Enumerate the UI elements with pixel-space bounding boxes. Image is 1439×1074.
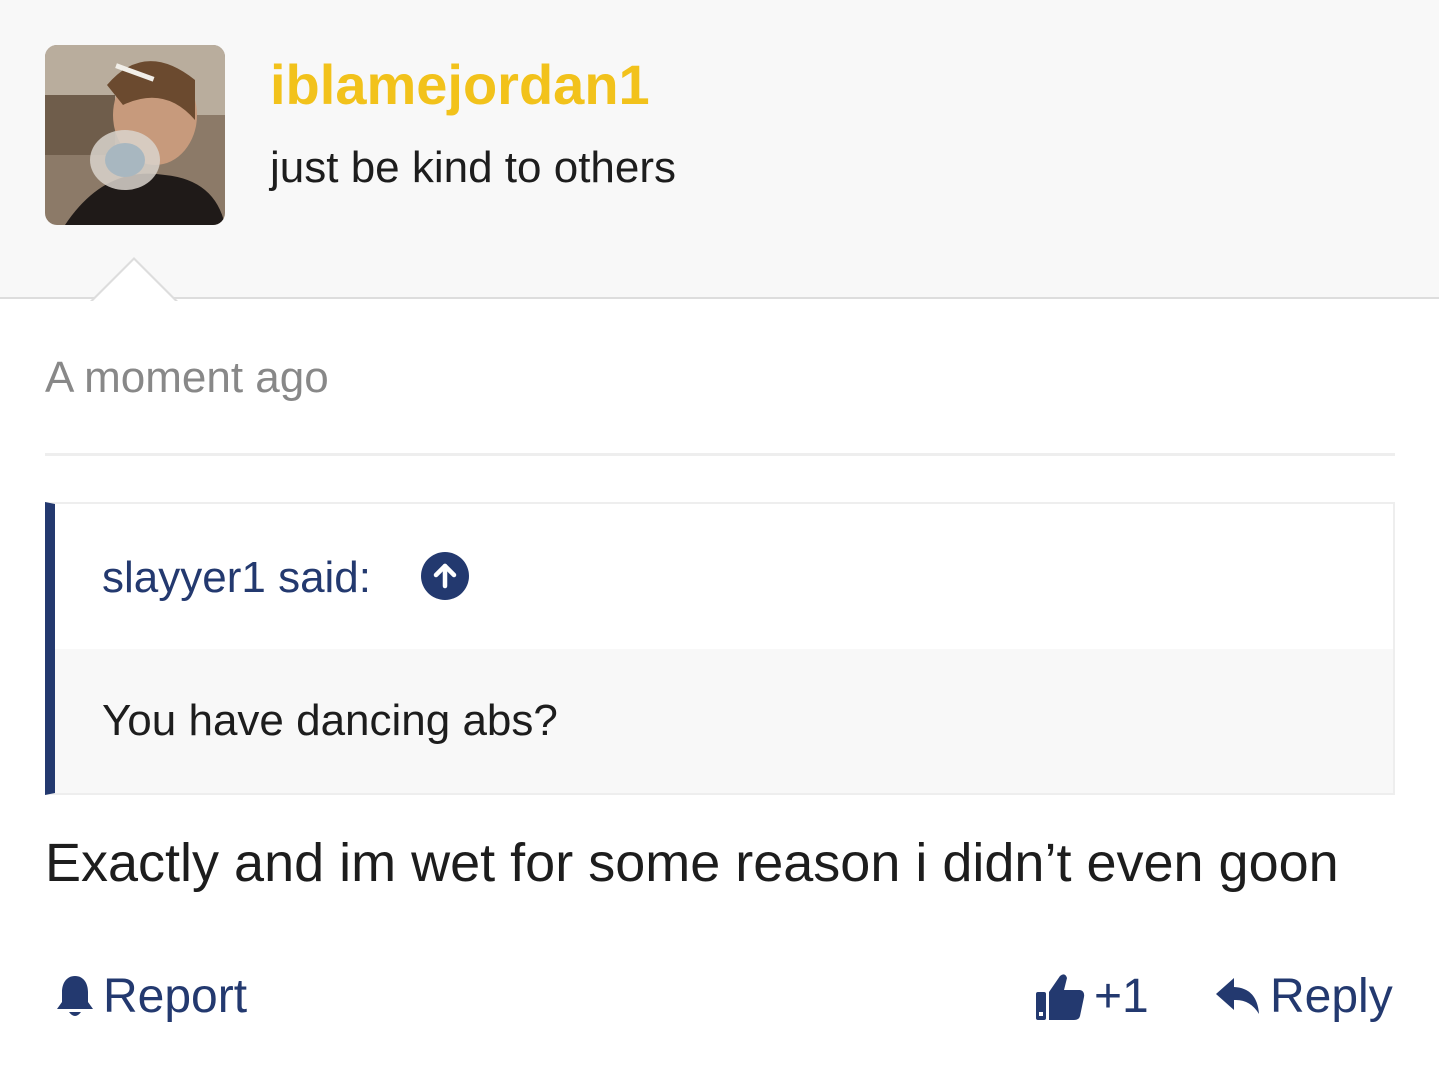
reply-arrow-icon — [1216, 978, 1259, 1014]
thumbs-up-icon — [1036, 974, 1085, 1020]
quote-header: slayyer1 said: — [55, 504, 1393, 649]
post-message: Exactly and im wet for some reason i did… — [45, 833, 1339, 893]
quote-author[interactable]: slayyer1 said: — [102, 553, 371, 603]
report-label: Report — [103, 969, 248, 1023]
report-button[interactable]: Report — [55, 966, 247, 1026]
quote-block: slayyer1 said: You have dancing abs? — [45, 502, 1395, 795]
arrow-up-circle-icon[interactable] — [421, 552, 469, 600]
user-title: just be kind to others — [270, 143, 677, 192]
quote-text: You have dancing abs? — [102, 696, 558, 745]
bell-icon — [57, 976, 93, 1016]
post-user-header: iblamejordan1 just be kind to others — [0, 0, 1439, 302]
post-username[interactable]: iblamejordan1 — [270, 52, 650, 117]
like-button[interactable]: +1 — [1034, 966, 1149, 1026]
reply-button[interactable]: Reply — [1214, 966, 1393, 1026]
like-count: +1 — [1094, 969, 1149, 1023]
user-avatar[interactable] — [45, 45, 225, 225]
reply-label: Reply — [1270, 969, 1393, 1023]
header-pointer — [90, 257, 178, 302]
post-timestamp[interactable]: A moment ago — [45, 353, 329, 403]
quote-body: You have dancing abs? — [55, 649, 1393, 793]
post-divider — [45, 453, 1395, 456]
